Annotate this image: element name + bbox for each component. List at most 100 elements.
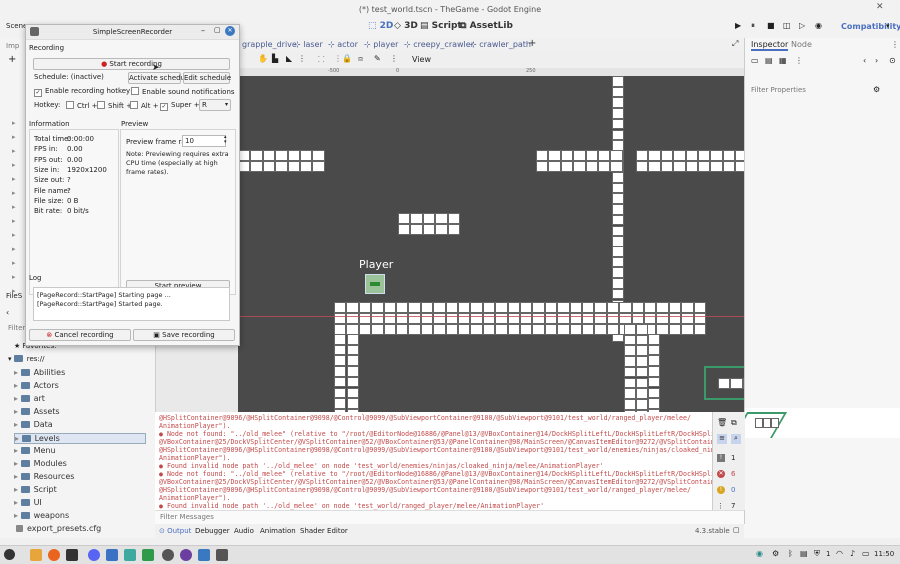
history-forward-icon[interactable]: ›: [875, 56, 878, 65]
view-menu[interactable]: View: [412, 55, 431, 64]
collapse-icon[interactable]: ≡: [717, 434, 727, 444]
scene-tab-player[interactable]: ⊹ player: [364, 40, 398, 49]
list-item[interactable]: ▸ Abilities: [14, 368, 65, 377]
preview-rate-spinbox[interactable]: 10: [182, 135, 226, 147]
ctrl-checkbox[interactable]: Ctrl +: [66, 101, 98, 110]
update-icon[interactable]: ⚙: [772, 549, 779, 558]
recorder-icon[interactable]: [216, 549, 228, 561]
remote-debug-icon[interactable]: ◫: [783, 21, 791, 30]
list-item[interactable]: ▸ Data: [14, 420, 53, 429]
tab-debugger[interactable]: Debugger: [195, 527, 230, 535]
editor-icon[interactable]: [106, 549, 118, 561]
mode-3d-button[interactable]: ◇ 3D: [394, 21, 418, 31]
minimize-icon[interactable]: –: [201, 26, 205, 35]
load-resource-icon[interactable]: ▤: [765, 56, 773, 65]
warning-icon[interactable]: !: [717, 486, 725, 494]
add-tab-icon[interactable]: +: [528, 38, 536, 49]
output-log[interactable]: @HSplitContainer@9096/@HSplitContainer@9…: [155, 412, 712, 510]
list-item[interactable]: export_presets.cfg: [16, 524, 101, 533]
error-icon[interactable]: ✕: [717, 470, 725, 478]
list-item[interactable]: ▸ Assets: [14, 407, 60, 416]
discord-icon[interactable]: [88, 549, 100, 561]
new-resource-icon[interactable]: ▭: [751, 56, 759, 65]
lock-icon[interactable]: 🔒: [342, 54, 352, 63]
start-recording-button[interactable]: ● Start recording: [33, 58, 230, 70]
ruler-tool-icon[interactable]: ▙: [272, 54, 278, 63]
list-item[interactable]: ▸ Script: [14, 485, 57, 494]
renderer-select[interactable]: Compatibility: [841, 22, 900, 31]
add-node-icon[interactable]: +: [8, 54, 16, 65]
github-icon[interactable]: [180, 549, 192, 561]
filter-properties-input[interactable]: Filter Properties: [751, 86, 806, 94]
enable-sound-checkbox[interactable]: Enable sound notifications: [131, 87, 235, 96]
filter-messages-input[interactable]: Filter Messages: [160, 513, 214, 521]
volume-icon[interactable]: ♪: [850, 549, 855, 558]
stop-icon[interactable]: ■: [767, 21, 775, 30]
list-item[interactable]: ▸ art: [14, 394, 45, 403]
firefox-icon[interactable]: [48, 549, 60, 561]
close-icon[interactable]: ✕: [225, 26, 235, 36]
files-icon[interactable]: [30, 549, 42, 561]
chevron-right-icon[interactable]: ▸: [14, 472, 21, 481]
log-count-icon[interactable]: !: [717, 454, 725, 462]
bluetooth-icon[interactable]: ᛒ: [788, 549, 793, 558]
chevron-right-icon[interactable]: ▸: [14, 511, 21, 520]
dock-icon[interactable]: ▢: [733, 526, 740, 534]
spin-arrows-icon[interactable]: ▴ ▾: [224, 135, 227, 145]
list-item[interactable]: ▸ UI: [14, 498, 42, 507]
clipboard-icon[interactable]: ▤: [800, 549, 808, 558]
chevron-right-icon[interactable]: ▸: [14, 498, 21, 507]
log-view[interactable]: [PageRecord::StartPage] Starting page ..…: [33, 287, 230, 321]
play-scene-icon[interactable]: ▷: [799, 21, 805, 30]
chevron-right-icon[interactable]: ▸: [14, 420, 21, 429]
save-recording-button[interactable]: ▣ Save recording: [133, 329, 235, 341]
res-root[interactable]: ▾ res://: [8, 355, 45, 363]
edit-schedule-button[interactable]: Edit schedule: [183, 72, 231, 84]
scene-tab-actor[interactable]: ⊹ actor: [328, 40, 358, 49]
alt-checkbox[interactable]: Alt +: [130, 101, 159, 110]
list-item[interactable]: ▸ Resources: [14, 472, 74, 481]
mode-assetlib-button[interactable]: ⧉ AssetLib: [460, 21, 513, 31]
scene-tab-grapple-drive[interactable]: grapple_drive: [242, 40, 297, 49]
activate-schedule-button[interactable]: Activate schedule: [128, 72, 191, 84]
mode-2d-button[interactable]: ⬚ 2D: [368, 21, 393, 31]
filesystem-dock-tab[interactable]: FileS: [6, 292, 22, 300]
calculator-icon[interactable]: [124, 549, 136, 561]
scene-tab-laser[interactable]: ⊹ laser: [294, 40, 323, 49]
copy-output-icon[interactable]: ⧉: [731, 418, 737, 428]
history-icon[interactable]: ⊙: [889, 56, 896, 65]
tab-shader-editor[interactable]: Shader Editor: [300, 527, 348, 535]
list-item[interactable]: ▸ Modules: [14, 459, 67, 468]
terminal-icon[interactable]: [66, 549, 78, 561]
chevron-right-icon[interactable]: ▸: [14, 381, 21, 390]
clear-output-icon[interactable]: 🗑: [717, 418, 727, 427]
menu-icon[interactable]: [4, 549, 15, 560]
settings-icon[interactable]: ⚙: [873, 85, 880, 94]
measure-tool-icon[interactable]: ◣: [286, 54, 292, 63]
canvas-viewport[interactable]: Player: [238, 76, 744, 412]
history-back-icon[interactable]: ‹: [863, 56, 866, 65]
chevron-right-icon[interactable]: ▸: [15, 434, 22, 443]
list-item[interactable]: ▸ Actors: [14, 381, 59, 390]
player-sprite[interactable]: [365, 274, 385, 294]
tab-output[interactable]: ⊙ Output: [159, 527, 191, 535]
list-item[interactable]: ▸ Levels: [14, 433, 146, 444]
tab-node[interactable]: Node: [791, 40, 812, 49]
import-dock-tab[interactable]: Imp: [6, 42, 19, 50]
group-icon[interactable]: ⧈: [358, 54, 363, 64]
maximize-icon[interactable]: ▢: [214, 26, 221, 34]
tab-animation[interactable]: Animation: [260, 527, 296, 535]
shield-icon[interactable]: ⛨: [814, 549, 820, 559]
search-icon[interactable]: ⌕: [731, 434, 741, 444]
bone-icon[interactable]: ✎: [374, 54, 381, 63]
chevron-right-icon[interactable]: ▸: [14, 407, 21, 416]
cancel-recording-button[interactable]: ⊗ Cancel recording: [29, 329, 131, 341]
spreadsheet-icon[interactable]: [142, 549, 154, 561]
tab-inspector[interactable]: Inspector: [751, 40, 789, 51]
hotkey-key-select[interactable]: R ▾: [199, 99, 231, 111]
chevron-right-icon[interactable]: ▸: [14, 368, 21, 377]
back-icon[interactable]: ‹: [6, 308, 9, 317]
resource-menu-icon[interactable]: ⋮: [795, 56, 803, 65]
mode-script-button[interactable]: ▤ Script: [420, 21, 462, 31]
play-icon[interactable]: ▶: [735, 21, 741, 30]
